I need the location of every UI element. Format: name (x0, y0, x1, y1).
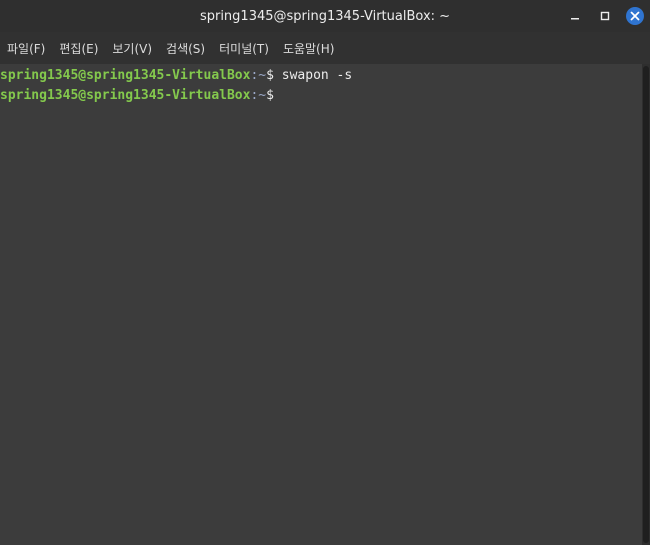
minimize-button[interactable] (564, 5, 586, 27)
vertical-scrollbar[interactable] (642, 64, 650, 545)
close-button[interactable] (624, 5, 646, 27)
menu-file[interactable]: 파일(F) (7, 40, 45, 57)
title-bar[interactable]: spring1345@spring1345-VirtualBox: ~ (0, 0, 650, 32)
prompt-symbol: $ (266, 88, 274, 103)
terminal-window: spring1345@spring1345-VirtualBox: ~ 파일(F… (0, 0, 650, 545)
prompt-symbol: $ (266, 68, 274, 83)
menu-view[interactable]: 보기(V) (112, 40, 152, 57)
prompt-path: :~ (250, 88, 267, 103)
menu-bar: 파일(F) 편집(E) 보기(V) 검색(S) 터미널(T) 도움말(H) (0, 32, 650, 64)
maximize-button[interactable] (594, 5, 616, 27)
prompt-path: :~ (250, 68, 267, 83)
menu-edit[interactable]: 편집(E) (59, 40, 98, 57)
command-text: swapon -s (273, 68, 353, 83)
scrollbar-thumb[interactable] (643, 66, 649, 543)
terminal-output[interactable]: spring1345@spring1345-VirtualBox:~$ swap… (0, 64, 642, 545)
window-controls (556, 0, 650, 32)
prompt-user-host: spring1345@spring1345-VirtualBox (0, 68, 251, 83)
terminal-line: spring1345@spring1345-VirtualBox:~$ swap… (0, 66, 642, 86)
close-icon (626, 7, 644, 25)
prompt-user-host: spring1345@spring1345-VirtualBox (0, 88, 251, 103)
maximize-icon (600, 11, 610, 21)
minimize-icon (571, 18, 579, 20)
window-title: spring1345@spring1345-VirtualBox: ~ (199, 8, 451, 24)
terminal-line: spring1345@spring1345-VirtualBox:~$ (0, 86, 642, 106)
menu-help[interactable]: 도움말(H) (283, 40, 335, 57)
menu-search[interactable]: 검색(S) (166, 40, 205, 57)
menu-terminal[interactable]: 터미널(T) (219, 40, 269, 57)
